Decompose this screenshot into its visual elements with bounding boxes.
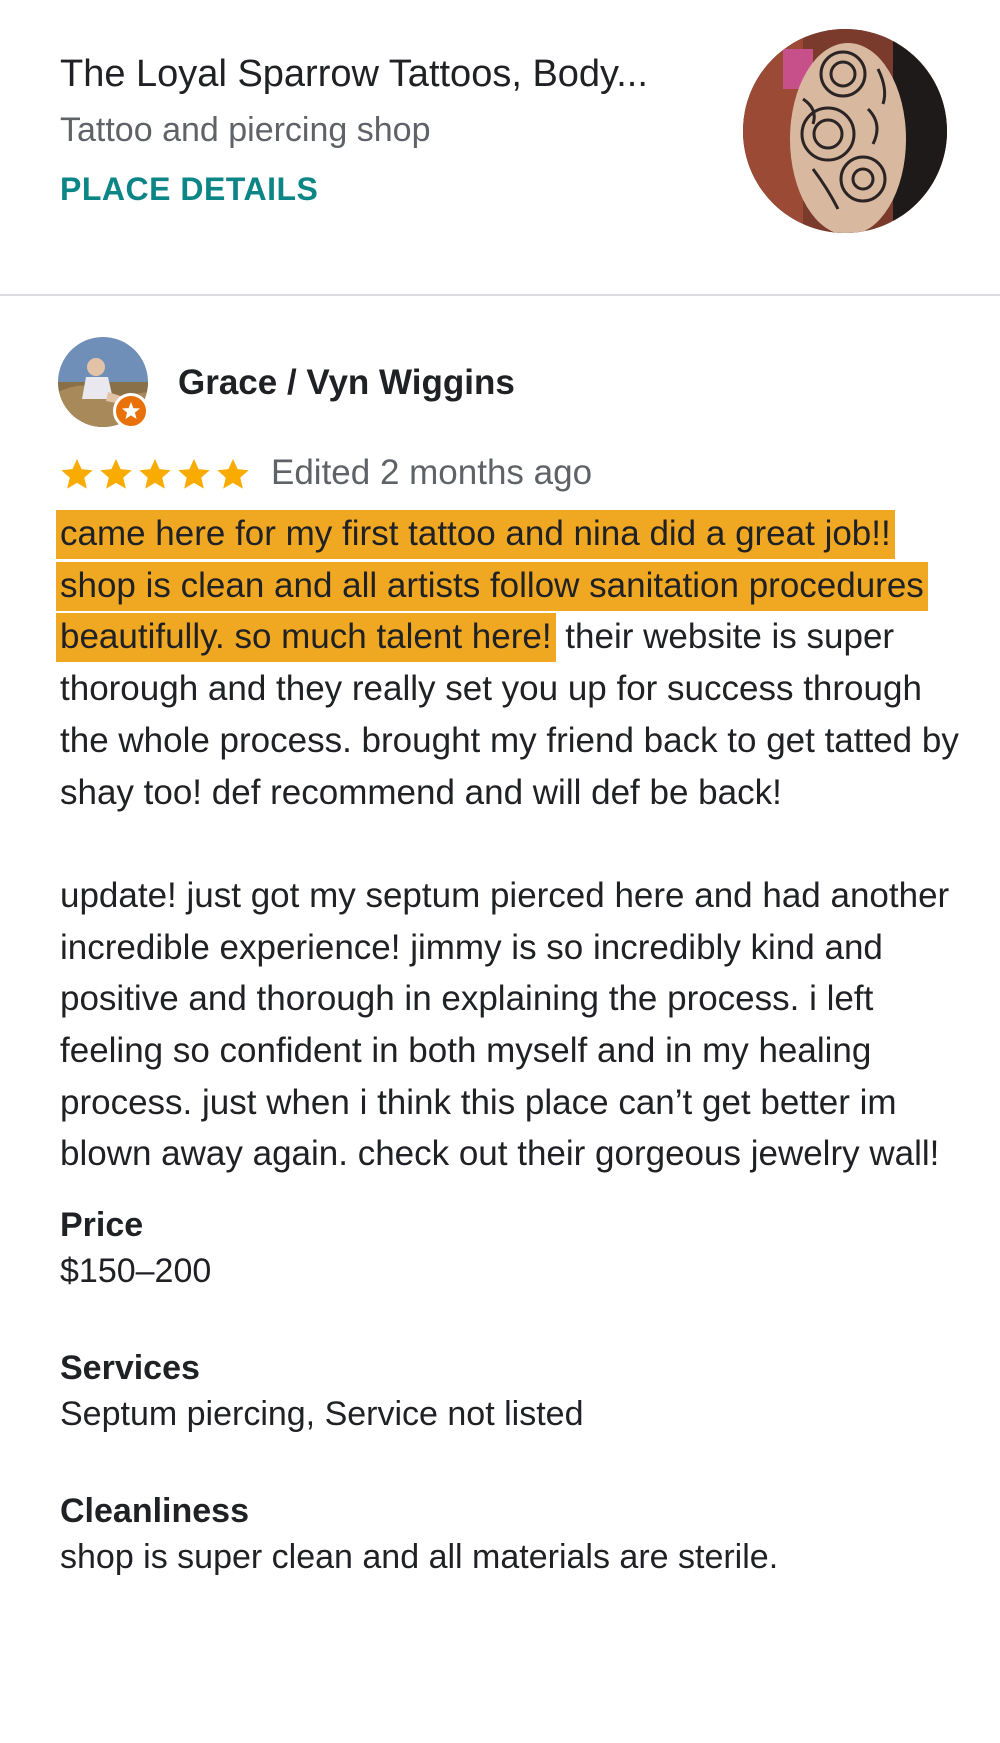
- star-rating: [58, 452, 253, 496]
- attribute-label: Cleanliness: [60, 1492, 249, 1530]
- review-update-paragraph: update! just got my septum pierced here …: [60, 875, 950, 1174]
- tattoo-photo-icon: [743, 29, 947, 233]
- attribute-services: Services Septum piercing, Service not li…: [60, 1345, 960, 1437]
- reviewer-name[interactable]: Grace / Vyn Wiggins: [178, 360, 515, 406]
- attribute-value: Septum piercing, Service not listed: [60, 1395, 584, 1433]
- review-paragraph: came here for my first tattoo and nina d…: [56, 508, 960, 818]
- star-icon: [178, 458, 210, 489]
- star-icon: [61, 458, 93, 489]
- place-details-link[interactable]: PLACE DETAILS: [60, 168, 318, 210]
- attribute-price: Price $150–200: [60, 1202, 960, 1294]
- star-icon: [217, 458, 249, 489]
- attribute-label: Price: [60, 1206, 144, 1244]
- place-header: The Loyal Sparrow Tattoos, Body... Tatto…: [0, 0, 1000, 296]
- star-icon: [100, 458, 132, 489]
- review-date: Edited 2 months ago: [271, 453, 593, 492]
- place-photo[interactable]: [743, 29, 947, 233]
- star-icon: [139, 458, 171, 489]
- place-title[interactable]: The Loyal Sparrow Tattoos, Body...: [60, 50, 648, 98]
- attribute-label: Services: [60, 1349, 200, 1387]
- attribute-value: $150–200: [60, 1252, 212, 1290]
- attribute-value: shop is super clean and all materials ar…: [60, 1538, 779, 1576]
- place-category: Tattoo and piercing shop: [60, 111, 431, 149]
- review-text: came here for my first tattoo and nina d…: [56, 508, 960, 1180]
- attribute-cleanliness: Cleanliness shop is super clean and all …: [60, 1488, 960, 1580]
- local-guide-badge-icon: [113, 393, 149, 429]
